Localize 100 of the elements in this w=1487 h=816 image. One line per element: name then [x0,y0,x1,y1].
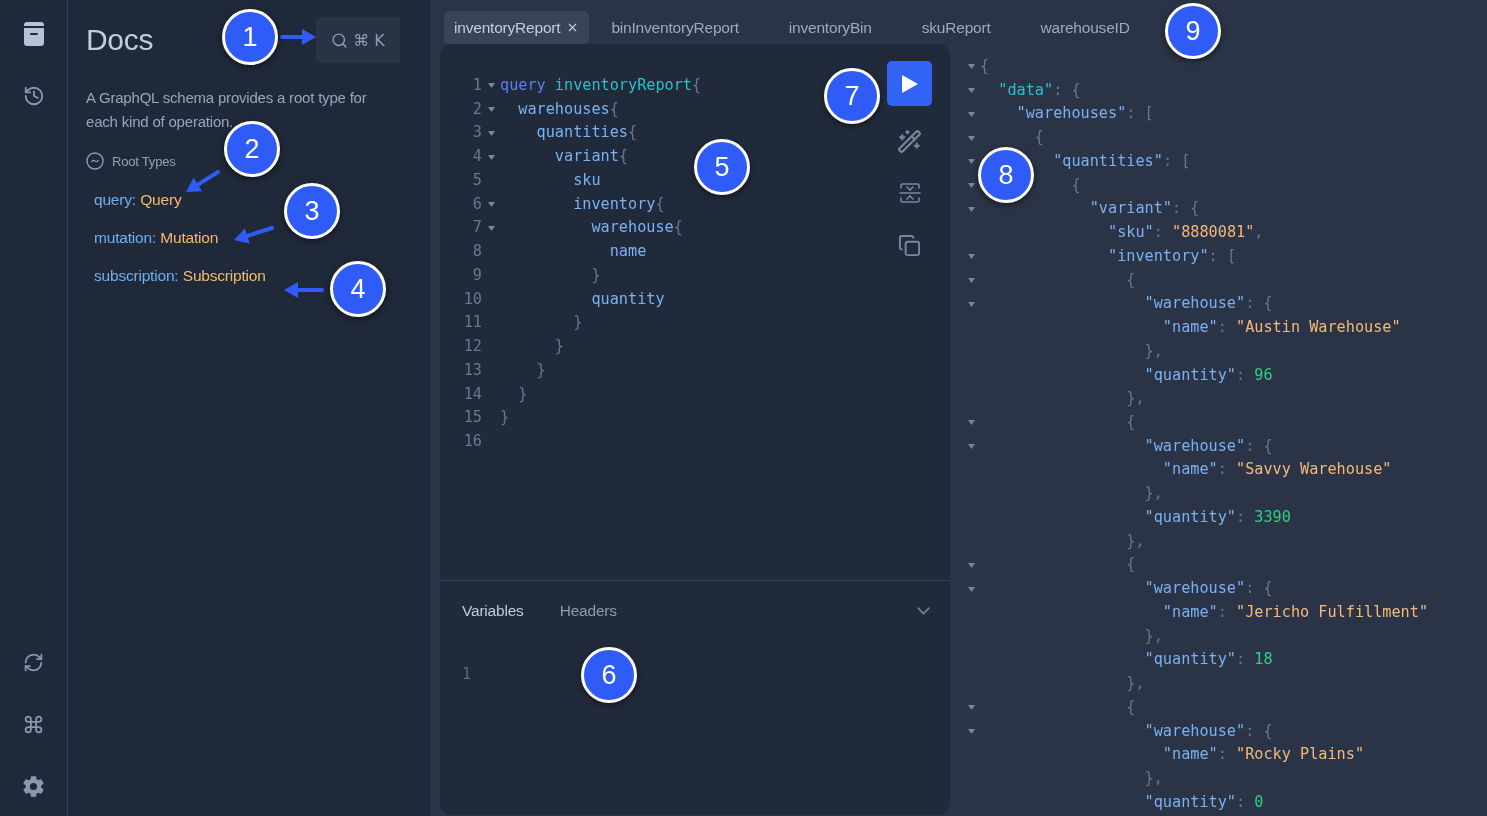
line-number: 8 [471,241,482,263]
json-key: "quantity" [1144,790,1236,815]
code-bracket: }, [1126,673,1145,695]
code-punctuation: , [1254,222,1264,244]
code-punctuation: : [1153,222,1163,244]
json-string: "Savvy Warehouse" [1236,459,1392,481]
code-punctuation: : [1217,459,1227,481]
code-bracket: { [655,193,665,215]
code-field: inventory [573,192,656,217]
fold-icon[interactable] [967,111,975,117]
search-button[interactable]: ⌘ K [316,17,400,63]
code-bracket: } [536,359,546,381]
line-number: 14 [462,383,482,405]
line-number: 15 [462,407,482,429]
code-bracket: { [1263,720,1273,742]
json-key: "name" [1162,316,1218,340]
code-bracket: { [1071,79,1081,101]
book-icon [23,22,44,46]
code-punctuation: : [1172,198,1182,220]
fold-icon[interactable] [967,64,975,70]
fold-icon[interactable] [967,705,975,711]
code-punctuation: : [1208,245,1218,267]
fold-icon[interactable] [967,206,975,212]
code-bracket: { [1126,412,1136,433]
fold-icon[interactable] [487,130,495,136]
code-bracket: { [1263,578,1273,600]
json-number: 96 [1254,364,1273,386]
fold-icon[interactable] [967,277,975,283]
code-bracket: { [1126,554,1136,576]
code-punctuation: : [1245,578,1255,600]
line-number: 3 [471,122,482,144]
code-bracket: { [1126,696,1136,718]
json-key: "quantity" [1144,363,1236,388]
fold-icon[interactable] [487,202,495,208]
fold-icon[interactable] [967,562,975,568]
fold-icon[interactable] [487,154,495,160]
run-button[interactable] [887,61,932,106]
search-icon [331,31,349,49]
query-tab[interactable]: warehouseID [1030,11,1140,44]
query-tab[interactable]: skuReport [911,11,1001,44]
history-icon [22,85,45,107]
json-string: "Austin Warehouse" [1236,317,1401,339]
fold-icon[interactable] [967,159,975,165]
json-number: 18 [1254,649,1273,671]
json-key: "name" [1162,743,1218,768]
fold-icon[interactable] [967,183,975,189]
line-number: 12 [462,336,482,358]
code-bracket: }, [1144,625,1163,647]
root-type-link[interactable]: mutation: Mutation [94,229,219,247]
code-bracket: } [518,383,528,405]
fold-icon[interactable] [967,444,975,450]
json-key: "quantities" [1053,149,1163,174]
play-icon [900,73,919,94]
root-type-link[interactable]: subscription: Subscription [94,267,266,285]
code-bracket: } [500,407,510,429]
settings-icon [22,774,45,798]
fold-icon[interactable] [967,254,975,260]
code-bracket: }, [1144,768,1163,790]
code-bracket: [ [1226,245,1237,267]
code-bracket: [ [1144,103,1154,125]
code-punctuation: : [1217,317,1227,339]
fold-icon[interactable] [967,420,975,426]
fold-icon[interactable] [967,586,975,592]
code-name: inventoryReport [554,75,692,96]
copy-icon [898,233,921,257]
line-number: 11 [462,312,482,334]
line-number: 5 [471,169,482,191]
json-number: 0 [1254,791,1264,813]
collapse-button[interactable] [917,606,930,615]
editor-tab[interactable]: Headers [559,601,617,620]
code-field: name [609,240,647,264]
chevron-down-icon [917,606,930,615]
json-key: "quantity" [1144,505,1236,530]
fold-icon[interactable] [967,728,975,734]
fold-icon[interactable] [487,107,495,113]
json-string: "Rocky Plains" [1236,744,1365,766]
editor-tab[interactable]: Variables [462,601,524,620]
line-number: 16 [462,431,482,452]
query-tab[interactable]: binInventoryReport [601,11,749,44]
json-key: "name" [1162,458,1218,483]
code-punctuation: : [1162,150,1173,172]
fold-icon[interactable] [487,83,495,89]
fold-icon[interactable] [487,225,495,231]
code-bracket: { [1263,435,1273,457]
line-number: 10 [462,288,482,310]
query-tab[interactable]: inventoryBin [778,11,882,44]
root-type-link[interactable]: query: Query [94,191,182,209]
code-bracket: } [573,312,583,334]
json-key: "warehouse" [1144,292,1246,317]
query-tab[interactable]: inventoryReport [444,11,590,44]
json-key: "sku" [1108,221,1154,245]
code-bracket: } [591,264,601,286]
fold-icon[interactable] [967,301,975,307]
fold-icon[interactable] [967,88,975,94]
code-field: quantities [536,121,628,146]
command-icon [23,713,44,735]
code-punctuation: : [1217,601,1227,623]
code-punctuation: : [1236,791,1246,813]
fold-icon[interactable] [967,135,975,141]
code-bracket: { [1034,127,1044,149]
